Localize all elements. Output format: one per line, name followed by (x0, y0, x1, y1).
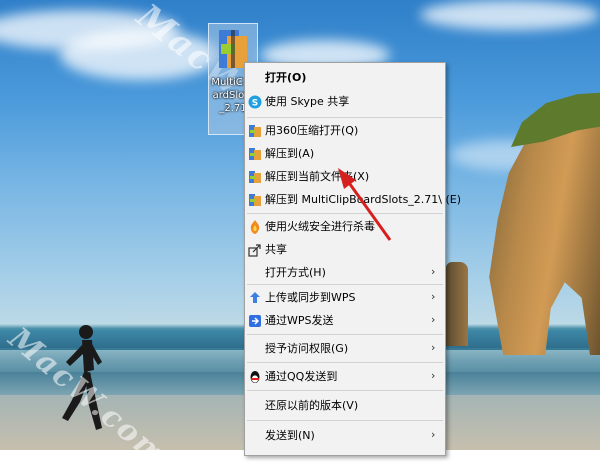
menu-separator (247, 284, 443, 285)
menu-item-huorong-scan[interactable]: 使用火绒安全进行杀毒 (245, 215, 445, 239)
archive-icon (249, 194, 261, 206)
menu-separator (247, 390, 443, 391)
shield-icon (250, 220, 260, 234)
menu-item-label: 解压到 MultiClipBoardSlots_2.71\ (E) (265, 193, 462, 206)
share-icon (248, 244, 261, 257)
qq-icon (250, 371, 260, 383)
archive-icon (249, 171, 261, 183)
skype-icon: S (248, 95, 262, 109)
menu-item-label: 打开方式(H) (265, 266, 326, 279)
menu-item-label: 还原以前的版本(V) (265, 399, 359, 412)
menu-item-share[interactable]: 共享 (245, 238, 445, 262)
menu-item-label: 通过QQ发送到 (265, 370, 338, 383)
menu-item-label: 发送到(N) (265, 429, 315, 442)
menu-item-label: 用360压缩打开(Q) (265, 124, 359, 137)
menu-item-extract-to[interactable]: 解压到(A) (245, 142, 445, 166)
wps-send-icon (249, 315, 261, 327)
cloud-upload-icon (250, 292, 260, 303)
menu-item-label: 上传或同步到WPS (265, 291, 356, 304)
menu-item-qq-send[interactable]: 通过QQ发送到 › (245, 365, 445, 389)
menu-item-wps-send[interactable]: 通过WPS发送 › (245, 309, 445, 333)
archive-icon (249, 148, 261, 160)
menu-item-grant-access[interactable]: 授予访问权限(G) › (245, 337, 445, 361)
menu-item-label: 打开(O) (265, 71, 307, 84)
menu-item-label: 使用 Skype 共享 (265, 95, 350, 108)
sea-stack (446, 262, 468, 346)
menu-item-label: 授予访问权限(G) (265, 342, 349, 355)
chevron-right-icon: › (431, 428, 436, 441)
menu-item-wps-upload[interactable]: 上传或同步到WPS › (245, 286, 445, 310)
menu-item-restore-versions[interactable]: 还原以前的版本(V) (245, 394, 445, 418)
menu-item-label: 解压到(A) (265, 147, 315, 160)
menu-item-open-with[interactable]: 打开方式(H) › (245, 261, 445, 285)
context-menu: 打开(O) S 使用 Skype 共享 用360压缩打开(Q) 解压到(A) 解… (244, 62, 461, 456)
menu-item-extract-here[interactable]: 解压到当前文件夹(X) (245, 165, 445, 189)
chevron-right-icon: › (431, 290, 436, 303)
menu-item-extract-to-folder[interactable]: 解压到 MultiClipBoardSlots_2.71\ (E) (245, 188, 461, 212)
menu-separator (247, 362, 443, 363)
menu-item-open[interactable]: 打开(O) (245, 66, 445, 90)
menu-item-open-360[interactable]: 用360压缩打开(Q) (245, 119, 445, 143)
menu-item-skype-share[interactable]: S 使用 Skype 共享 (245, 90, 445, 114)
chevron-right-icon: › (431, 265, 436, 278)
menu-item-send-to[interactable]: 发送到(N) › (245, 424, 445, 448)
chevron-right-icon: › (431, 369, 436, 382)
menu-item-label: 共享 (265, 243, 287, 256)
menu-separator (247, 117, 443, 118)
menu-separator (247, 420, 443, 421)
archive-icon (249, 125, 261, 137)
menu-item-label: 使用火绒安全进行杀毒 (265, 220, 375, 233)
menu-separator (247, 213, 443, 214)
menu-separator (247, 334, 443, 335)
menu-item-label: 通过WPS发送 (265, 314, 334, 327)
chevron-right-icon: › (431, 341, 436, 354)
menu-item-label: 解压到当前文件夹(X) (265, 170, 370, 183)
svg-text:S: S (252, 99, 258, 109)
chevron-right-icon: › (431, 313, 436, 326)
cloud (420, 0, 600, 30)
